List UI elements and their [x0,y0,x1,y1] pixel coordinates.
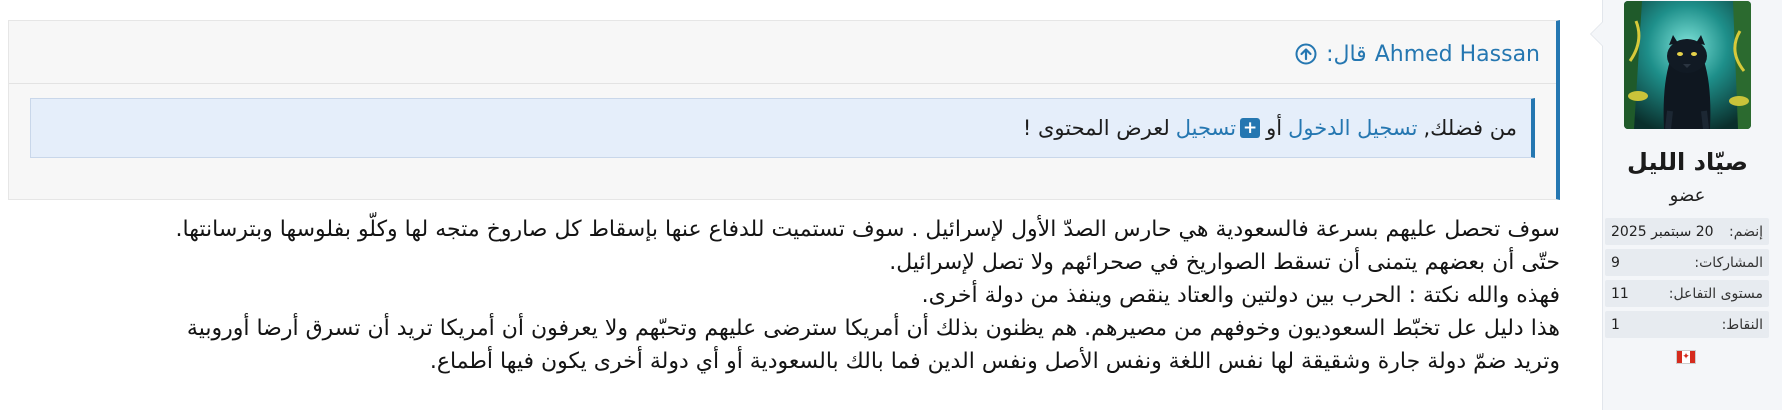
stat-label: إنضم: [1729,223,1763,240]
stat-label: النقاط: [1721,316,1763,333]
plus-icon: + [1240,118,1261,138]
user-title: عضو [1669,185,1706,206]
username[interactable]: صيّاد الليل [1603,148,1772,176]
avatar[interactable] [1624,1,1751,129]
register-link[interactable]: تسجيل [1176,116,1236,140]
stat-value[interactable]: 1 [1611,317,1620,333]
login-notice: من فضلك, تسجيل الدخول أو + تسجيل لعرض ال… [30,98,1535,158]
notice-or: أو [1266,116,1283,140]
stat-label: المشاركات: [1694,254,1763,271]
post-line: حتّى أن بعضهم يتمنى أن تسقط الصواريخ في … [889,250,1560,275]
canada-flag-icon: ✦ [1676,350,1696,364]
stat-value: 11 [1611,285,1629,302]
stat-value: 20 سبتمبر 2025 [1611,223,1714,240]
quote-header: Ahmed Hassan قال: [1294,38,1540,70]
quote-author-link[interactable]: Ahmed Hassan [1375,42,1540,67]
panel-pointer [1591,22,1603,46]
stat-joined: إنضم: 20 سبتمبر 2025 [1605,218,1769,245]
post-line: وتريد ضمّ دولة جارة وشقيقة لها نفس اللغة… [429,349,1560,374]
post-line: سوف تحصل عليهم بسرعة فالسعودية هي حارس ا… [175,217,1560,242]
jump-to-quote-icon[interactable] [1294,42,1318,66]
register-link-group[interactable]: + تسجيل [1176,116,1261,140]
login-link[interactable]: تسجيل الدخول [1288,116,1417,140]
stat-points: النقاط: 1 [1605,311,1769,338]
post-line: هذا دليل عل تخبّط السعوديون وخوفهم من مص… [186,316,1560,341]
post-line: فهذه والله نكتة : الحرب بين دولتين والعت… [921,283,1560,308]
quote-block: Ahmed Hassan قال: من فضلك, تسجيل الدخول … [8,20,1560,200]
quote-said-label: قال: [1326,41,1367,67]
notice-prefix: من فضلك, [1423,116,1518,140]
stat-reactions: مستوى التفاعل: 11 [1605,280,1769,307]
stat-posts: المشاركات: 9 [1605,249,1769,276]
stat-value[interactable]: 9 [1611,255,1620,271]
stat-label: مستوى التفاعل: [1668,285,1763,302]
post-body: سوف تحصل عليهم بسرعة فالسعودية هي حارس ا… [14,213,1560,378]
user-panel: صيّاد الليل عضو إنضم: 20 سبتمبر 2025 الم… [1590,0,1782,410]
user-stats: إنضم: 20 سبتمبر 2025 المشاركات: 9 مستوى … [1605,218,1769,342]
notice-suffix: لعرض المحتوى ! [1022,116,1170,140]
quote-divider [9,83,1556,84]
